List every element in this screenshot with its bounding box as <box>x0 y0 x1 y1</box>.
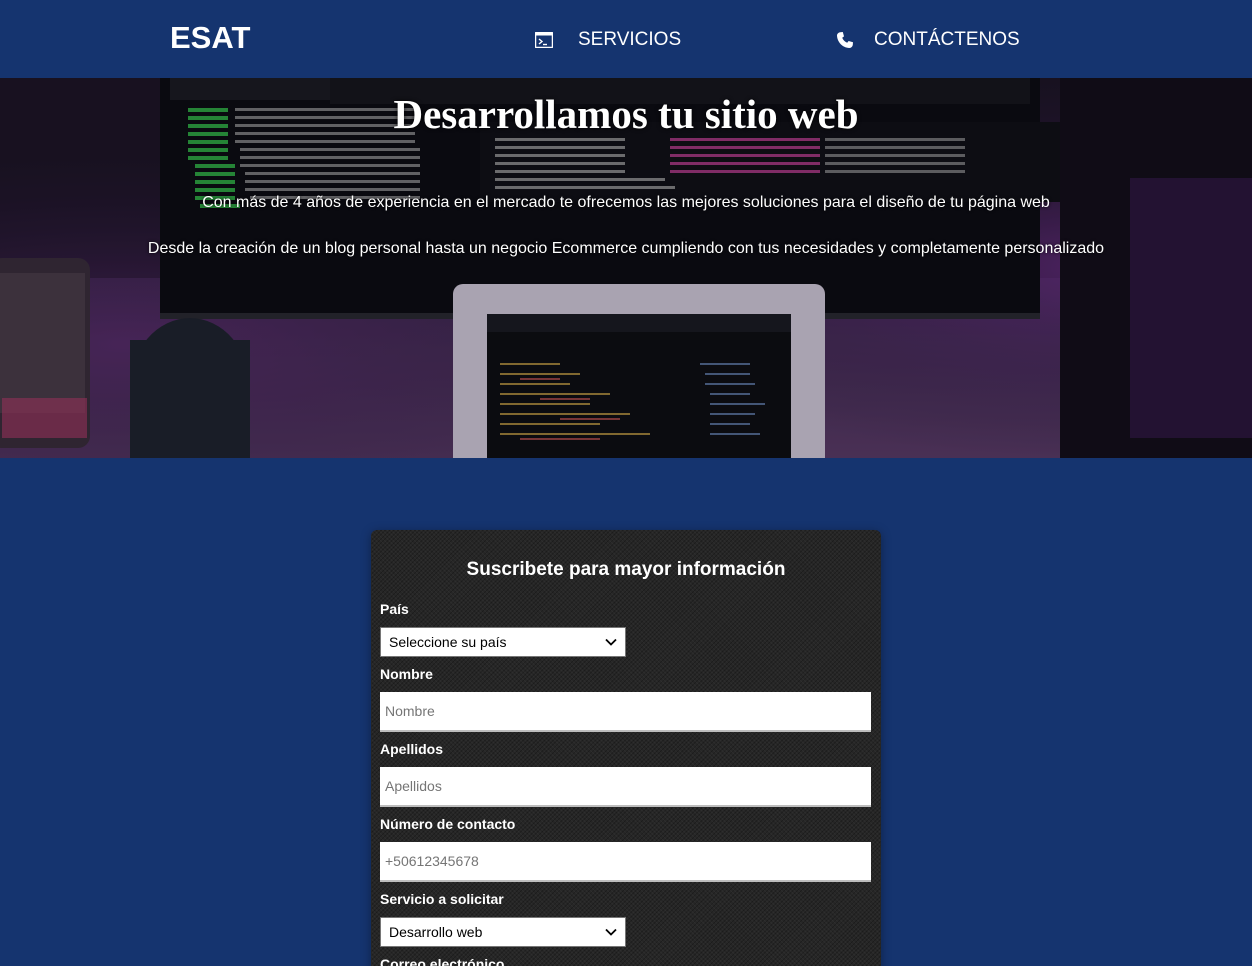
service-select-value: Desarrollo web <box>389 924 483 940</box>
service-select[interactable]: Desarrollo web <box>380 917 626 947</box>
country-select-value: Seleccione su país <box>389 634 507 650</box>
chevron-down-icon <box>605 638 617 646</box>
chevron-down-icon <box>605 928 617 936</box>
brand-logo[interactable]: ESAT <box>170 20 250 56</box>
nav-services-label: SERVICIOS <box>578 29 682 50</box>
nav-contact-link[interactable]: CONTÁCTENOS <box>836 27 1020 53</box>
country-select[interactable]: Seleccione su país <box>380 627 626 657</box>
phone-input[interactable] <box>380 842 871 882</box>
form-title: Suscribete para mayor información <box>466 559 786 580</box>
phone-icon <box>836 31 854 49</box>
phone-label: Número de contacto <box>380 816 516 832</box>
email-label: Correo electrónico <box>380 956 505 966</box>
lastname-label: Apellidos <box>380 741 444 757</box>
terminal-icon <box>535 32 553 48</box>
hero-banner: Desarrollamos tu sitio web Con más de 4 … <box>0 78 1252 458</box>
nav-contact-label: CONTÁCTENOS <box>874 29 1020 50</box>
hero-subtitle-services: Desde la creación de un blog personal ha… <box>147 240 1105 257</box>
lastname-input[interactable] <box>380 767 871 807</box>
subscribe-form-card: Suscribete para mayor información País S… <box>371 530 881 966</box>
hero-title: Desarrollamos tu sitio web <box>393 91 859 137</box>
nav-services-link[interactable]: SERVICIOS <box>535 27 681 53</box>
hero-subtitle-experience: Con más de 4 años de experiencia en el m… <box>202 194 1050 211</box>
name-input[interactable] <box>380 692 871 732</box>
country-label: País <box>380 601 409 617</box>
top-navbar: ESAT SERVICIOS CONTÁCTENOS <box>0 0 1252 78</box>
name-label: Nombre <box>380 666 433 682</box>
service-label: Servicio a solicitar <box>380 891 504 907</box>
